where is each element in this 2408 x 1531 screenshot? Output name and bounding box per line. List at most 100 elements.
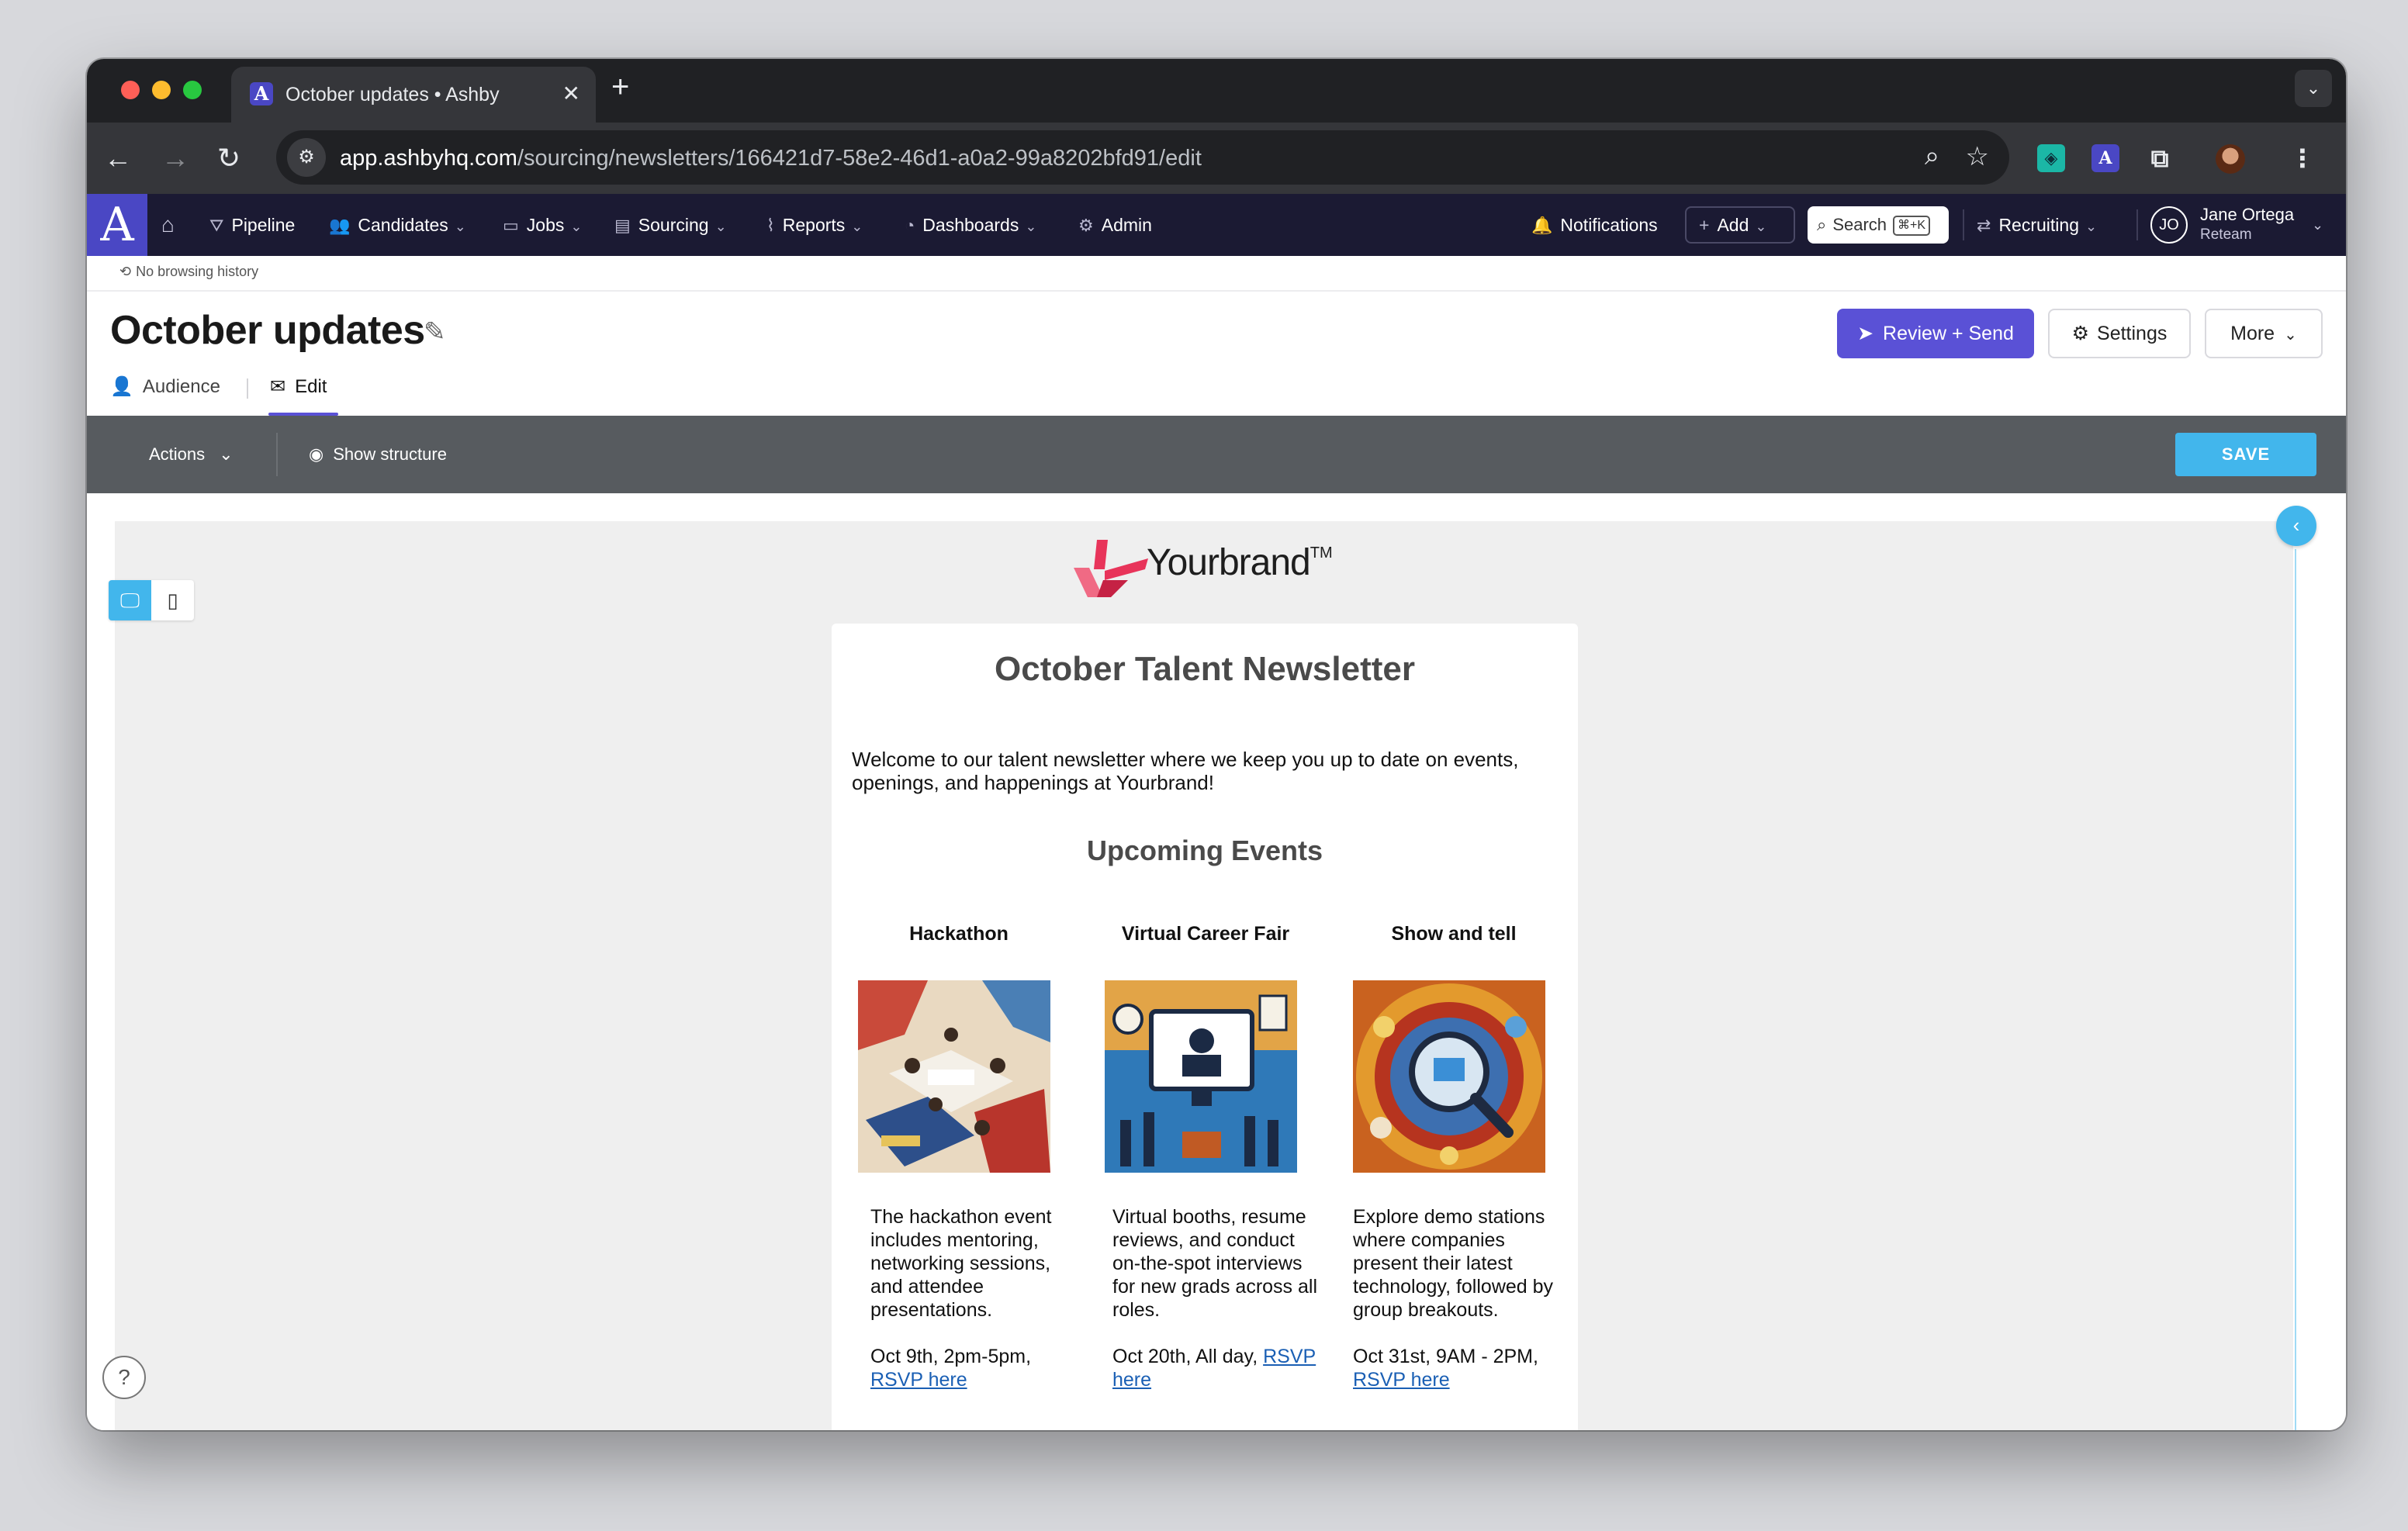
device-toggle: 🖵 ▯ [109,580,194,620]
url-host: app.ashbyhq.com [340,146,517,171]
email-subtitle[interactable]: Upcoming Events [832,835,1578,867]
browsing-history[interactable]: ⟲ No browsing history [119,264,258,280]
history-icon: ⟲ [119,264,132,279]
briefcase-icon: ▭ [503,216,519,235]
side-panel-edge [2295,549,2296,1430]
event-column[interactable]: Show and tell Explore demo stations wher… [1337,923,1570,1391]
extensions-puzzle-icon[interactable]: ⧉ [2146,144,2174,172]
browser-toolbar: ← → ↻ ⚙ app.ashbyhq.com/sourcing/newslet… [87,123,2346,194]
recruiting-switcher[interactable]: ⇄ Recruiting ⌄ [1977,194,2097,256]
chevron-down-icon: ⌄ [1755,219,1767,234]
zoom-icon[interactable]: ⌕ [1925,141,1939,171]
back-arrow-icon[interactable]: ← [104,140,132,177]
minimize-window-button[interactable] [152,81,171,99]
maximize-window-button[interactable] [183,81,202,99]
search-shortcut: ⌘+K [1893,216,1931,236]
user-name[interactable]: Jane Ortega [2200,205,2294,225]
save-button[interactable]: SAVE [2175,433,2316,476]
chevron-down-icon: ⌄ [1025,219,1037,234]
event-date-text: Oct 9th, 2pm-5pm, [870,1346,1032,1367]
close-tab-icon[interactable]: ✕ [562,81,580,106]
chevron-left-icon[interactable]: ‹ [2276,506,2316,546]
add-button[interactable]: + Add ⌄ [1685,206,1795,244]
tab-search-chevron-icon[interactable]: ⌄ [2295,70,2332,107]
help-button[interactable]: ? [102,1356,146,1399]
show-structure-button[interactable]: ◉ Show structure [309,416,447,493]
extension-ashby-icon[interactable]: A [2091,144,2119,172]
chevron-down-icon: ⌄ [714,219,727,234]
chart-icon: ⌇ [766,216,775,235]
nav-divider [1963,209,1964,240]
email-intro[interactable]: Welcome to our talent newsletter where w… [852,748,1558,794]
event-date: Oct 9th, 2pm-5pm, RSVP here [870,1345,1080,1391]
more-label: More [2230,323,2275,344]
nav-item-jobs[interactable]: ▭ Jobs ⌄ [503,194,582,256]
nav-item-sourcing[interactable]: ▤ Sourcing ⌄ [614,194,727,256]
forward-arrow-icon[interactable]: → [161,140,189,177]
email-title[interactable]: October Talent Newsletter [832,650,1578,689]
close-window-button[interactable] [121,81,140,99]
search-button[interactable]: ⌕ Search ⌘+K [1808,206,1949,244]
career-fair-image[interactable] [1105,980,1297,1173]
event-column[interactable]: Hackathon The hackathon event includes m… [842,923,1075,1391]
hackathon-image[interactable] [858,980,1050,1173]
nav-item-admin[interactable]: ⚙ Admin [1078,194,1152,256]
tab-label: Edit [295,376,327,397]
toolbar-divider [276,433,278,476]
event-date-text: Oct 31st, 9AM - 2PM, [1353,1346,1538,1367]
show-and-tell-image[interactable] [1353,980,1545,1173]
nav-item-reports[interactable]: ⌇ Reports ⌄ [766,194,863,256]
browser-tab[interactable]: A October updates • Ashby ✕ [231,67,596,123]
ashby-logo[interactable]: A [87,194,147,256]
address-bar[interactable]: ⚙ app.ashbyhq.com/sourcing/newsletters/1… [276,130,2009,185]
settings-label: Settings [2097,323,2168,344]
mobile-preview-icon[interactable]: ▯ [151,580,194,620]
settings-button[interactable]: ⚙ Settings [2048,309,2191,358]
more-button[interactable]: More ⌄ [2205,309,2323,358]
nav-item-label: Jobs [526,215,565,235]
rsvp-link[interactable]: RSVP here [1353,1369,1450,1391]
tab-audience[interactable]: 👤 Audience [110,375,220,422]
nav-item-label: Admin [1101,215,1152,235]
review-send-label: Review + Send [1883,323,2014,344]
chevron-down-icon: ⌄ [2284,327,2297,344]
gear-icon: ⚙ [1078,216,1094,235]
notifications-button[interactable]: 🔔 Notifications [1531,194,1658,256]
email-card[interactable]: October Talent Newsletter Welcome to our… [832,624,1578,1430]
bookmark-star-icon[interactable]: ☆ [1966,141,1989,172]
review-send-button[interactable]: ➤ Review + Send [1837,309,2034,358]
envelope-icon: ✉ [270,376,286,397]
show-structure-label: Show structure [333,444,447,464]
yourbrand-logo-icon [1074,540,1148,597]
user-avatar[interactable]: JO [2150,206,2188,244]
event-column[interactable]: Virtual Career Fair Virtual booths, resu… [1089,923,1322,1391]
rsvp-link[interactable]: RSVP here [870,1369,967,1391]
nav-item-candidates[interactable]: 👥 Candidates ⌄ [329,194,466,256]
profile-avatar[interactable] [2216,144,2245,174]
nav-item-dashboards[interactable]: ◔ Dashboards ⌄ [905,194,1036,256]
site-settings-icon[interactable]: ⚙ [287,138,326,177]
url-text[interactable]: app.ashbyhq.com/sourcing/newsletters/166… [340,146,1202,171]
nav-item-label: Sourcing [638,215,709,235]
event-description: Explore demo stations where companies pr… [1353,1206,1554,1321]
recruiting-label: Recruiting [1998,215,2079,235]
pencil-icon[interactable]: ✎ [424,316,446,347]
divider [87,290,2346,292]
chevron-down-icon[interactable]: ⌄ [2312,194,2323,256]
extension-diamond-icon[interactable]: ◈ [2037,144,2065,172]
reload-icon[interactable]: ↻ [217,140,240,177]
url-path: /sourcing/newsletters/166421d7-58e2-46d1… [517,146,1202,171]
notifications-label: Notifications [1560,215,1658,235]
chevron-down-icon: ⌄ [851,219,863,234]
editor-toolbar: Actions ⌄ ◉ Show structure SAVE [87,416,2346,493]
tab-strip: A October updates • Ashby ✕ + ⌄ [87,59,2346,123]
actions-dropdown[interactable]: Actions ⌄ [149,416,234,493]
desktop-preview-icon[interactable]: 🖵 [109,580,151,620]
nav-item-label: Reports [782,215,846,235]
event-description: Virtual booths, resume reviews, and cond… [1112,1206,1318,1321]
new-tab-icon[interactable]: + [611,70,629,105]
home-icon[interactable]: ⌂ [161,194,175,256]
browser-menu-icon[interactable]: ⋮ [2289,144,2316,172]
chevron-down-icon: ⌄ [2085,219,2098,234]
nav-item-pipeline[interactable]: ⛛ Pipeline [209,194,295,256]
